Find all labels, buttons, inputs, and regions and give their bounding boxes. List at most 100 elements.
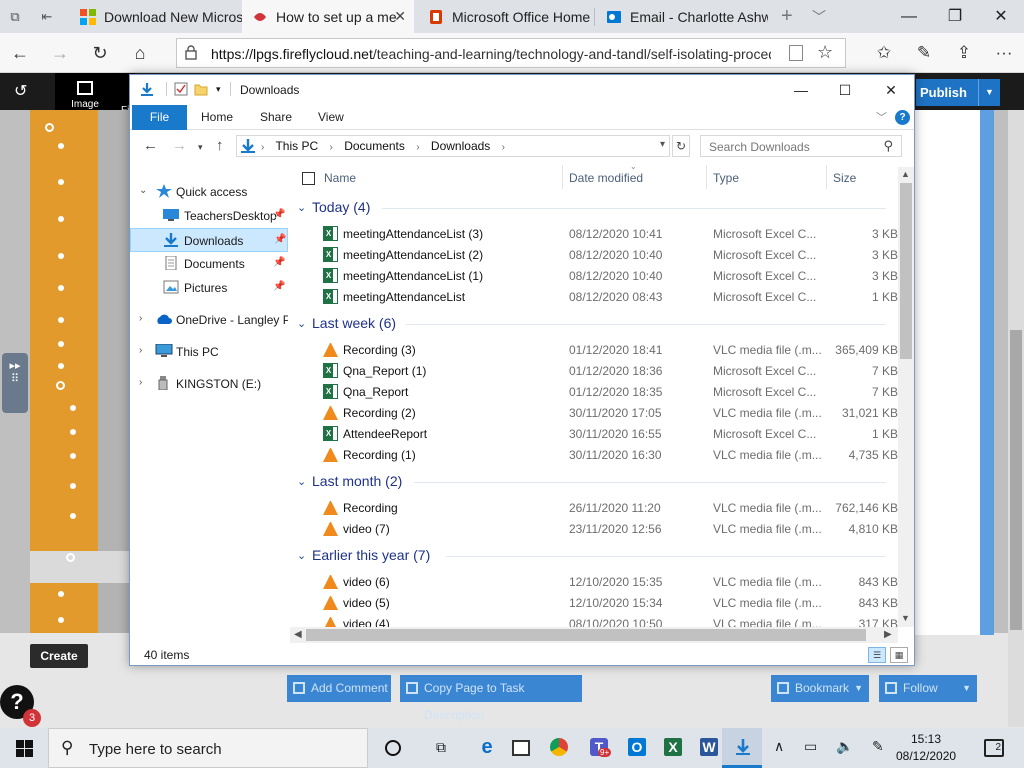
file-list-vertical-scrollbar[interactable]: ▲ ▼ bbox=[898, 167, 914, 627]
nav-kingston-drive[interactable]: › KINGSTON (E:) bbox=[130, 372, 288, 396]
pin-icon[interactable]: 📌 bbox=[274, 234, 286, 245]
scroll-down-icon[interactable]: ▼ bbox=[901, 613, 910, 623]
reading-view-icon[interactable] bbox=[789, 45, 803, 61]
explorer-refresh-icon[interactable]: ↻ bbox=[672, 135, 690, 157]
home-icon[interactable]: ⌂ bbox=[128, 41, 152, 65]
tab-email[interactable]: Email - Charlotte Ashwc bbox=[596, 0, 768, 33]
list-item[interactable]: meetingAttendanceList 08/12/2020 08:43 M… bbox=[290, 286, 898, 307]
tab-preview-chevron-icon[interactable]: ﹀ bbox=[812, 7, 826, 27]
vertical-scrollbar-thumb[interactable] bbox=[900, 183, 912, 359]
large-icons-view-icon[interactable]: ▦ bbox=[890, 647, 908, 663]
list-item[interactable]: Recording (1) 30/11/2020 16:30 VLC media… bbox=[290, 444, 898, 465]
group-collapse-icon[interactable]: ⌄ bbox=[297, 201, 306, 214]
column-size[interactable]: Size bbox=[833, 171, 856, 185]
breadcrumb-downloads[interactable]: Downloads bbox=[431, 139, 490, 153]
collapsed-chevron-icon[interactable]: › bbox=[139, 345, 142, 356]
ribbon-tab-file[interactable]: File bbox=[132, 105, 187, 130]
action-center-icon[interactable]: 2 bbox=[984, 739, 1004, 757]
nav-item-documents[interactable]: Documents 📌 bbox=[130, 252, 288, 276]
nav-this-pc[interactable]: › This PC bbox=[130, 340, 288, 364]
explorer-help-icon[interactable]: ? bbox=[895, 110, 910, 125]
list-item[interactable]: meetingAttendanceList (3) 08/12/2020 10:… bbox=[290, 223, 898, 244]
expand-ribbon-icon[interactable]: ﹀ bbox=[876, 109, 887, 125]
scroll-up-icon[interactable]: ▲ bbox=[901, 169, 910, 179]
add-comment-button[interactable]: Add Comment bbox=[287, 675, 391, 702]
url-input[interactable]: https://lpgs.fireflycloud.net/teaching-a… bbox=[176, 38, 846, 68]
follow-dropdown-icon[interactable]: ▼ bbox=[962, 675, 971, 702]
volume-icon[interactable]: 🔈 bbox=[836, 738, 853, 755]
file-list-horizontal-scrollbar[interactable]: ◀ ▶ bbox=[290, 627, 898, 643]
nav-quick-access[interactable]: ⌄ Quick access bbox=[130, 180, 288, 204]
tab-office-home[interactable]: Microsoft Office Home bbox=[418, 0, 590, 33]
list-item[interactable]: video (7) 23/11/2020 12:56 VLC media fil… bbox=[290, 518, 898, 539]
bookmark-dropdown-icon[interactable]: ▼ bbox=[854, 675, 863, 702]
pen-notes-icon[interactable]: ✎ bbox=[912, 41, 936, 65]
list-item[interactable]: meetingAttendanceList (2) 08/12/2020 10:… bbox=[290, 244, 898, 265]
nav-onedrive[interactable]: › OneDrive - Langley P bbox=[130, 308, 288, 332]
pin-icon[interactable]: 📌 bbox=[273, 209, 285, 220]
nav-item-teachersdesktop[interactable]: TeachersDesktop 📌 bbox=[130, 204, 288, 228]
properties-icon[interactable] bbox=[174, 82, 188, 96]
breadcrumb-documents[interactable]: Documents bbox=[344, 139, 405, 153]
horizontal-scrollbar-thumb[interactable] bbox=[306, 629, 866, 641]
explorer-back-icon[interactable]: ← bbox=[143, 137, 158, 154]
teams-taskbar-button[interactable]: T 9+ bbox=[578, 728, 618, 768]
explorer-minimize-icon[interactable]: — bbox=[778, 75, 824, 105]
tab-how-to-set-up[interactable]: How to set up a me ✕ bbox=[242, 0, 414, 33]
select-all-checkbox[interactable] bbox=[302, 172, 315, 185]
scroll-left-icon[interactable]: ◀ bbox=[294, 629, 302, 640]
group-header[interactable]: ⌄ Last month (2) bbox=[290, 471, 898, 493]
chrome-taskbar-button[interactable] bbox=[538, 728, 578, 768]
group-collapse-icon[interactable]: ⌄ bbox=[297, 549, 306, 562]
favorites-list-icon[interactable]: ✩ bbox=[872, 41, 896, 65]
favorite-star-icon[interactable]: ☆ bbox=[817, 42, 833, 63]
ribbon-tab-share[interactable]: Share bbox=[260, 105, 292, 130]
explorer-close-icon[interactable]: ✕ bbox=[868, 75, 914, 105]
pin-icon[interactable]: 📌 bbox=[273, 257, 285, 268]
recent-locations-icon[interactable]: ▾ bbox=[198, 142, 203, 153]
system-clock[interactable]: 15:13 08/12/2020 bbox=[896, 731, 956, 765]
undo-icon[interactable]: ↺ bbox=[14, 81, 27, 101]
store-taskbar-button[interactable] bbox=[500, 728, 540, 768]
column-type[interactable]: Type bbox=[713, 171, 739, 185]
list-item[interactable]: Recording 26/11/2020 11:20 VLC media fil… bbox=[290, 497, 898, 518]
explorer-maximize-icon[interactable]: ☐ bbox=[822, 75, 868, 105]
pin-icon[interactable]: 📌 bbox=[273, 281, 285, 292]
excel-taskbar-button[interactable]: X bbox=[652, 728, 692, 768]
pen-workspace-icon[interactable]: ✎ bbox=[872, 738, 884, 755]
search-downloads-input[interactable]: Search Downloads ⚲ bbox=[700, 135, 902, 157]
group-header[interactable]: ⌄ Last week (6) bbox=[290, 313, 898, 335]
details-view-icon[interactable]: ☰ bbox=[868, 647, 886, 663]
refresh-icon[interactable]: ↻ bbox=[88, 41, 112, 65]
cortana-button[interactable] bbox=[372, 728, 412, 768]
new-tab-icon[interactable]: + bbox=[781, 5, 793, 28]
bookmark-button[interactable]: Bookmark ▼ bbox=[771, 675, 869, 702]
show-hidden-icons-icon[interactable]: ∧ bbox=[774, 738, 784, 755]
taskbar-search-input[interactable]: ⚲ Type here to search bbox=[48, 728, 368, 768]
group-collapse-icon[interactable]: ⌄ bbox=[297, 317, 306, 330]
more-icon[interactable]: ··· bbox=[992, 41, 1016, 65]
group-header[interactable]: ⌄ Today (4) bbox=[290, 197, 898, 219]
list-item[interactable]: video (6) 12/10/2020 15:35 VLC media fil… bbox=[290, 571, 898, 592]
back-icon[interactable]: ← bbox=[8, 41, 32, 65]
task-view-button[interactable]: ⧉ bbox=[420, 728, 460, 768]
create-button[interactable]: Create bbox=[30, 644, 88, 668]
close-window-icon[interactable]: ✕ bbox=[978, 0, 1024, 33]
list-item[interactable]: Qna_Report 01/12/2020 18:35 Microsoft Ex… bbox=[290, 381, 898, 402]
ribbon-tab-view[interactable]: View bbox=[318, 105, 344, 130]
set-tabs-aside-icon[interactable]: ⇤ bbox=[38, 8, 56, 26]
nav-item-pictures[interactable]: Pictures 📌 bbox=[130, 276, 288, 300]
start-button[interactable] bbox=[0, 728, 48, 768]
expanded-chevron-icon[interactable]: ⌄ bbox=[139, 185, 147, 196]
address-dropdown-icon[interactable]: ▾ bbox=[660, 139, 665, 150]
list-item[interactable]: Qna_Report (1) 01/12/2020 18:36 Microsof… bbox=[290, 360, 898, 381]
publish-button[interactable]: Publish ▼ bbox=[916, 79, 1000, 106]
collapsed-chevron-icon[interactable]: › bbox=[139, 377, 142, 388]
customize-quick-access-icon[interactable]: ▾ bbox=[216, 82, 230, 96]
list-item[interactable]: meetingAttendanceList (1) 08/12/2020 10:… bbox=[290, 265, 898, 286]
explorer-address-input[interactable]: › This PC › Documents › Downloads › ▾ bbox=[236, 135, 670, 157]
restore-icon[interactable]: ❐ bbox=[932, 0, 978, 33]
list-item[interactable]: video (4) 08/10/2020 10:50 VLC media fil… bbox=[290, 613, 898, 627]
ribbon-tab-home[interactable]: Home bbox=[201, 105, 233, 130]
minimize-icon[interactable]: — bbox=[886, 0, 932, 33]
